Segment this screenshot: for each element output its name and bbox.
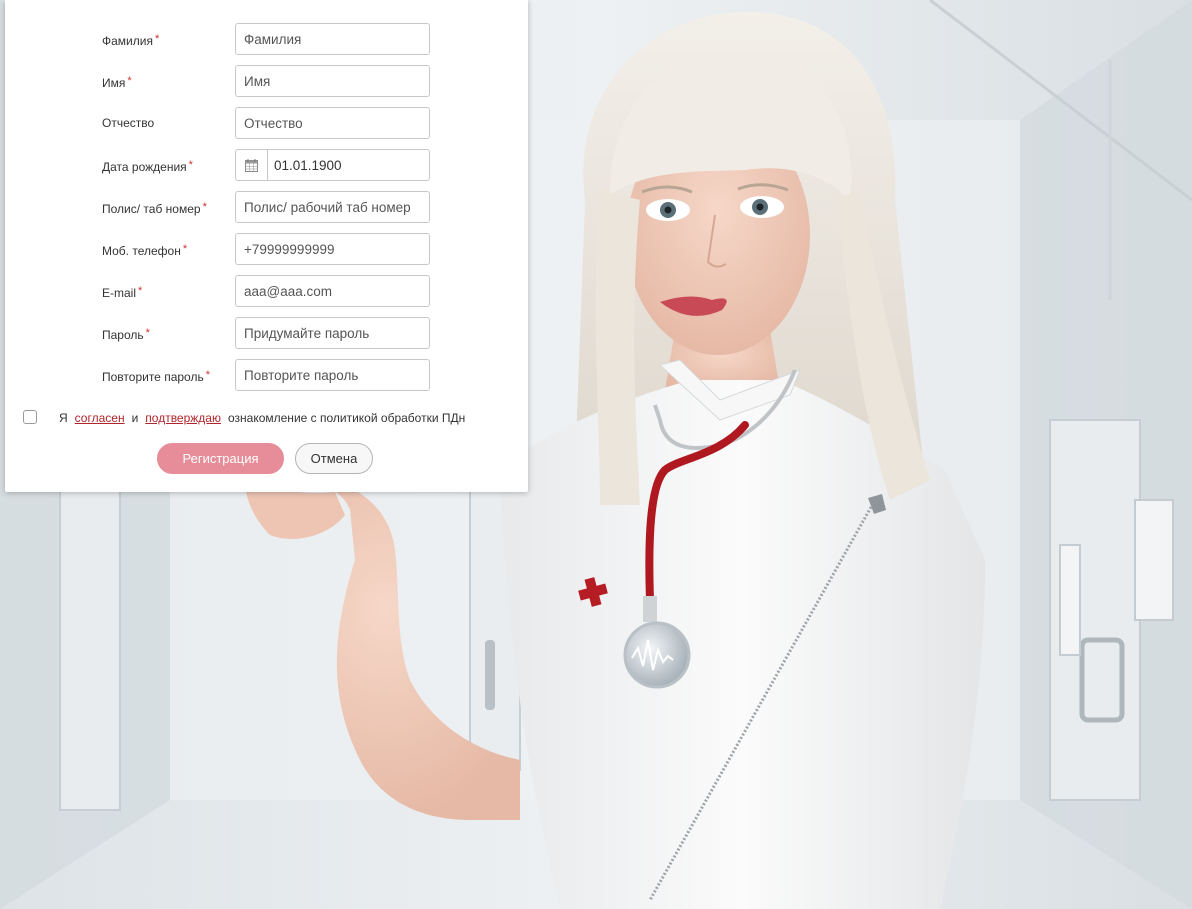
password-confirm-label: Повторите пароль * (102, 359, 210, 393)
password-label: Пароль * (102, 317, 150, 351)
last-name-label: Фамилия * (102, 23, 159, 57)
middle-name-label-text: Отчество (102, 116, 155, 130)
form-row-middle-name: Отчество (5, 107, 528, 139)
phone-label-text: Моб. телефон (102, 244, 181, 258)
first-name-input[interactable] (235, 65, 430, 97)
consent-prefix: Я (59, 411, 68, 425)
required-marker: * (188, 159, 193, 171)
form-row-last-name: Фамилия * (5, 23, 528, 55)
email-label: E-mail * (102, 275, 142, 309)
password-label-text: Пароль (102, 328, 144, 342)
registration-form: Фамилия* Имя* Отчество Дата рождения* (5, 0, 528, 492)
password-confirm-label-text: Повторите пароль (102, 370, 204, 384)
policy-number-label-text: Полис/ таб номер (102, 202, 201, 216)
form-row-password: Пароль * (5, 317, 528, 349)
form-row-birth-date: Дата рождения * (5, 149, 528, 181)
birth-date-field (235, 149, 430, 181)
middle-name-label: Отчество (102, 107, 154, 139)
required-marker: * (182, 243, 188, 255)
register-button[interactable]: Регистрация (157, 443, 284, 474)
calendar-icon[interactable] (236, 150, 268, 180)
form-row-phone: Моб. телефон * (5, 233, 528, 265)
middle-name-input[interactable] (235, 107, 430, 139)
required-marker: * (202, 201, 207, 213)
first-name-label: Имя * (102, 65, 132, 99)
phone-input[interactable] (235, 233, 430, 265)
agree-link[interactable]: согласен (75, 411, 125, 425)
first-name-label-text: Имя (102, 76, 126, 90)
cancel-button[interactable]: Отмена (295, 443, 373, 474)
confirm-link[interactable]: подтверждаю (145, 411, 221, 425)
consent-suffix: ознакомление с политикой обработки ПДн (227, 411, 466, 425)
password-input[interactable] (235, 317, 430, 349)
last-name-input[interactable] (235, 23, 430, 55)
consent-checkbox[interactable] (23, 410, 37, 424)
required-marker: * (145, 327, 150, 339)
consent-text: Ясогласен и подтверждаю ознакомление с поли… (59, 408, 465, 428)
policy-number-label: Полис/ таб номер * (102, 191, 207, 225)
password-confirm-input[interactable] (235, 359, 430, 391)
form-row-first-name: Имя * (5, 65, 528, 97)
form-row-email: E-mail * (5, 275, 528, 307)
birth-date-label: Дата рождения * (102, 149, 193, 183)
required-marker: * (154, 33, 160, 45)
consent-row: Ясогласен и подтверждаю ознакомление с поли… (23, 408, 523, 428)
form-row-policy-number: Полис/ таб номер * (5, 191, 528, 223)
consent-conjunction: и (131, 411, 139, 425)
form-row-password-confirm: Повторите пароль * (5, 359, 528, 391)
required-marker: * (138, 285, 143, 297)
email-label-text: E-mail (102, 286, 137, 300)
required-marker: * (205, 369, 210, 381)
email-input[interactable] (235, 275, 430, 307)
birth-date-input[interactable] (268, 150, 428, 180)
birth-date-label-text: Дата рождения (102, 160, 187, 174)
required-marker: * (127, 75, 132, 87)
last-name-label-text: Фамилия (102, 34, 153, 48)
phone-label: Моб. телефон * (102, 233, 187, 267)
policy-number-input[interactable] (235, 191, 430, 223)
